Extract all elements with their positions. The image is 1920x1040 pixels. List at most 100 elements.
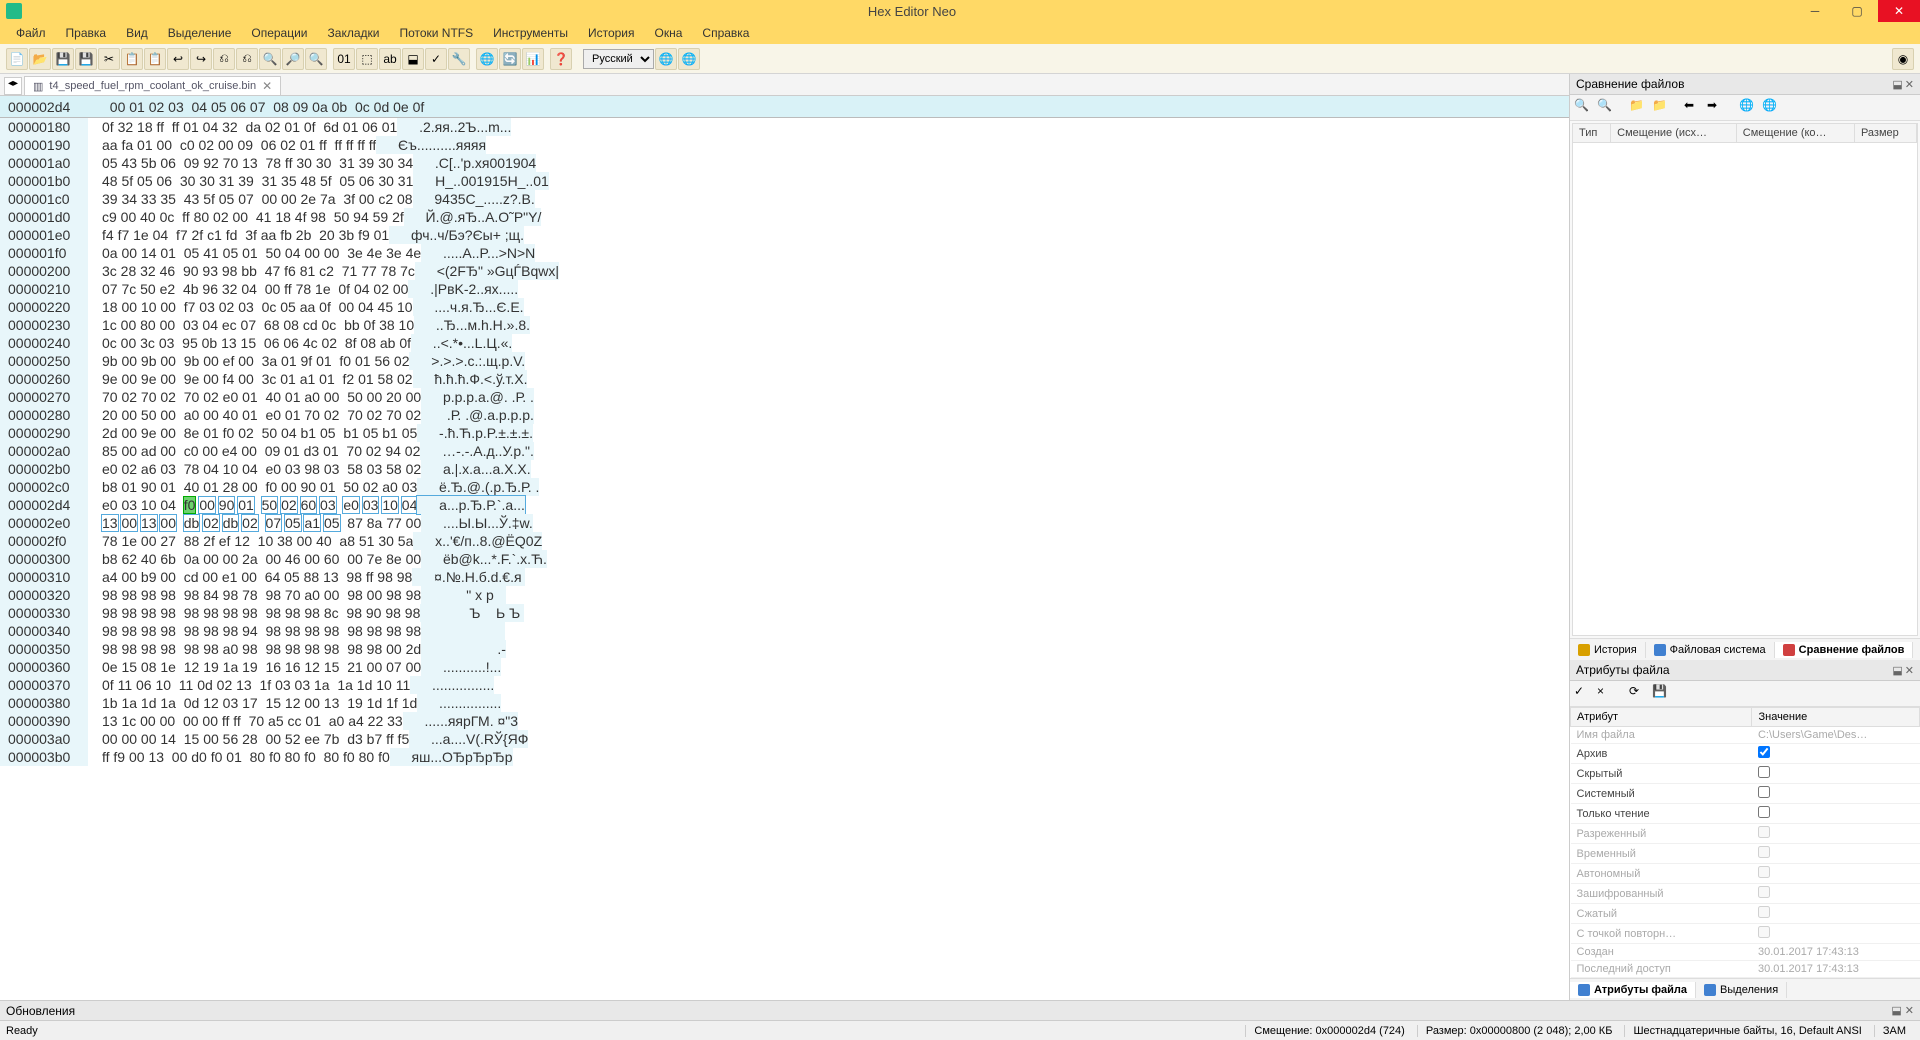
toolbar-button[interactable]: ↩ <box>167 48 189 70</box>
cmp-toolbar-button[interactable]: 🔍 <box>1574 98 1594 118</box>
panel-close-icon[interactable]: ✕ <box>1905 78 1914 91</box>
hex-row[interactable]: 0000028020 00 50 00 a0 00 40 01 e0 01 70… <box>0 406 1569 424</box>
hex-row[interactable]: 000002902d 00 9e 00 8e 01 f0 02 50 04 b1… <box>0 424 1569 442</box>
hex-row[interactable]: 000002f078 1e 00 27 88 2f ef 12 10 38 00… <box>0 532 1569 550</box>
hex-row[interactable]: 0000035098 98 98 98 98 98 a0 98 98 98 98… <box>0 640 1569 658</box>
cmp-toolbar-button[interactable]: 🌐 <box>1762 98 1782 118</box>
toolbar-button[interactable]: 📊 <box>522 48 544 70</box>
hex-row[interactable]: 000003a000 00 00 14 15 00 56 28 00 52 ee… <box>0 730 1569 748</box>
attr-checkbox[interactable] <box>1758 806 1770 818</box>
menu-Файл[interactable]: Файл <box>6 23 56 43</box>
hex-row[interactable]: 000001d0c9 00 40 0c ff 80 02 00 41 18 4f… <box>0 208 1569 226</box>
toolbar-button[interactable]: 🌐 <box>476 48 498 70</box>
pin-icon[interactable]: ⬓ <box>1891 1005 1901 1017</box>
attr-checkbox[interactable] <box>1758 786 1770 798</box>
attr-toolbar-button[interactable]: ⟳ <box>1629 684 1649 704</box>
hex-row[interactable]: 000001f00a 00 14 01 05 41 05 01 50 04 00… <box>0 244 1569 262</box>
toolbar-button[interactable]: 🔧 <box>448 48 470 70</box>
toolbar-button[interactable]: ✓ <box>425 48 447 70</box>
cmp-toolbar-button[interactable]: 📁 <box>1652 98 1672 118</box>
menu-История[interactable]: История <box>578 23 645 43</box>
attr-toolbar-button[interactable]: 💾 <box>1652 684 1672 704</box>
pin-icon[interactable]: ⬓ <box>1892 78 1902 91</box>
toolbar-button[interactable]: ⎌ <box>213 48 235 70</box>
hex-row[interactable]: 000002509b 00 9b 00 9b 00 ef 00 3a 01 9f… <box>0 352 1569 370</box>
toolbar-button[interactable]: 📂 <box>29 48 51 70</box>
menu-Выделение[interactable]: Выделение <box>158 23 242 43</box>
toolbar-button[interactable]: ↪ <box>190 48 212 70</box>
hex-view[interactable]: 000001800f 32 18 ff ff 01 04 32 da 02 01… <box>0 118 1569 1000</box>
hex-row[interactable]: 000001b048 5f 05 06 30 30 31 39 31 35 48… <box>0 172 1569 190</box>
toolbar-button[interactable]: ⬚ <box>356 48 378 70</box>
menu-Правка[interactable]: Правка <box>56 23 117 43</box>
hex-row[interactable]: 000001800f 32 18 ff ff 01 04 32 da 02 01… <box>0 118 1569 136</box>
attr-grid[interactable]: АтрибутЗначение Имя файлаC:\Users\Game\D… <box>1570 707 1920 978</box>
attr-toolbar-button[interactable]: ✓ <box>1574 684 1594 704</box>
hex-row[interactable]: 000003700f 11 06 10 11 0d 02 13 1f 03 03… <box>0 676 1569 694</box>
panel-close-icon[interactable]: ✕ <box>1905 1005 1914 1017</box>
toolbar-button[interactable]: ❓ <box>550 48 572 70</box>
toolbar-button[interactable]: 🌐 <box>655 48 677 70</box>
toolbar-button[interactable]: 01 <box>333 48 355 70</box>
hex-row[interactable]: 0000022018 00 10 00 f7 03 02 03 0c 05 aa… <box>0 298 1569 316</box>
pin-icon[interactable]: ⬓ <box>1892 664 1902 677</box>
attr-checkbox[interactable] <box>1758 766 1770 778</box>
hex-row[interactable]: 000003b0ff f9 00 13 00 d0 f0 01 80 f0 80… <box>0 748 1569 766</box>
hex-row[interactable]: 0000021007 7c 50 e2 4b 96 32 04 00 ff 78… <box>0 280 1569 298</box>
menu-Закладки[interactable]: Закладки <box>318 23 390 43</box>
compare-table[interactable]: ТипСмещение (исх…Смещение (ко…Размер <box>1572 123 1918 636</box>
menu-Справка[interactable]: Справка <box>692 23 759 43</box>
panel-tab[interactable]: Файловая система <box>1646 642 1775 658</box>
menu-Потоки NTFS[interactable]: Потоки NTFS <box>389 23 483 43</box>
hex-row[interactable]: 000002a085 00 ad 00 c0 00 e4 00 09 01 d3… <box>0 442 1569 460</box>
hex-row[interactable]: 000001c039 34 33 35 43 5f 05 07 00 00 2e… <box>0 190 1569 208</box>
minimize-button[interactable]: ─ <box>1794 0 1836 22</box>
attr-toolbar-button[interactable]: × <box>1597 684 1617 704</box>
hex-row[interactable]: 0000039013 1c 00 00 00 00 ff ff 70 a5 cc… <box>0 712 1569 730</box>
hex-row[interactable]: 000003600e 15 08 1e 12 19 1a 19 16 16 12… <box>0 658 1569 676</box>
cmp-toolbar-button[interactable]: ➡ <box>1707 98 1727 118</box>
attr-panel-tab[interactable]: Атрибуты файла <box>1570 982 1696 998</box>
hex-row[interactable]: 000001a005 43 5b 06 09 92 70 13 78 ff 30… <box>0 154 1569 172</box>
hex-row[interactable]: 000002c0b8 01 90 01 40 01 28 00 f0 00 90… <box>0 478 1569 496</box>
toolbar-button[interactable]: 🔎 <box>282 48 304 70</box>
toolbar-button[interactable]: 🌐 <box>678 48 700 70</box>
toolbar-button[interactable]: 📋 <box>121 48 143 70</box>
toolbar-button[interactable]: 💾 <box>52 48 74 70</box>
cmp-toolbar-button[interactable]: ⬅ <box>1684 98 1704 118</box>
hex-row[interactable]: 000002609e 00 9e 00 9e 00 f4 00 3c 01 a1… <box>0 370 1569 388</box>
hex-row[interactable]: 0000034098 98 98 98 98 98 98 94 98 98 98… <box>0 622 1569 640</box>
tab-prev-button[interactable]: ◂▸ <box>4 77 22 95</box>
toolbar-button[interactable]: 🔄 <box>499 48 521 70</box>
panel-tab[interactable]: История <box>1570 642 1646 658</box>
hex-row[interactable]: 000002b0e0 02 a6 03 78 04 10 04 e0 03 98… <box>0 460 1569 478</box>
menu-Вид[interactable]: Вид <box>116 23 158 43</box>
toolbar-button[interactable]: ✂ <box>98 48 120 70</box>
cmp-toolbar-button[interactable]: 🌐 <box>1739 98 1759 118</box>
cmp-toolbar-button[interactable]: 🔍 <box>1597 98 1617 118</box>
toolbar-button[interactable]: ab <box>379 48 401 70</box>
toolbar-button[interactable]: 💾 <box>75 48 97 70</box>
attr-panel-tab[interactable]: Выделения <box>1696 982 1787 998</box>
attr-checkbox[interactable] <box>1758 746 1770 758</box>
maximize-button[interactable]: ▢ <box>1836 0 1878 22</box>
hex-row[interactable]: 000002301c 00 80 00 03 04 ec 07 68 08 cd… <box>0 316 1569 334</box>
hex-row[interactable]: 00000190aa fa 01 00 c0 02 00 09 06 02 01… <box>0 136 1569 154</box>
toolbar-button[interactable]: 🔍 <box>305 48 327 70</box>
hex-row[interactable]: 000002400c 00 3c 03 95 0b 13 15 06 06 4c… <box>0 334 1569 352</box>
cmp-toolbar-button[interactable]: 📁 <box>1629 98 1649 118</box>
toolbar-button[interactable]: 📋 <box>144 48 166 70</box>
tab-close-icon[interactable]: ✕ <box>262 79 272 93</box>
hex-row[interactable]: 0000032098 98 98 98 98 84 98 78 98 70 a0… <box>0 586 1569 604</box>
hex-row[interactable]: 000002e013 00 13 00 db 02 db 02 07 05 a1… <box>0 514 1569 532</box>
toolbar-button[interactable]: ⎌ <box>236 48 258 70</box>
close-button[interactable]: ✕ <box>1878 0 1920 22</box>
hex-row[interactable]: 000002d4e0 03 10 04 f0 00 90 01 50 02 60… <box>0 496 1569 514</box>
hex-row[interactable]: 000002003c 28 32 46 90 93 98 bb 47 f6 81… <box>0 262 1569 280</box>
file-tab[interactable]: ▥ t4_speed_fuel_rpm_coolant_ok_cruise.bi… <box>24 76 281 95</box>
toolbar-button[interactable]: 📄 <box>6 48 28 70</box>
hex-row[interactable]: 000003801b 1a 1d 1a 0d 12 03 17 15 12 00… <box>0 694 1569 712</box>
panel-close-icon[interactable]: ✕ <box>1905 664 1914 677</box>
hex-row[interactable]: 00000310a4 00 b9 00 cd 00 e1 00 64 05 88… <box>0 568 1569 586</box>
toolbar-button[interactable]: ⬓ <box>402 48 424 70</box>
